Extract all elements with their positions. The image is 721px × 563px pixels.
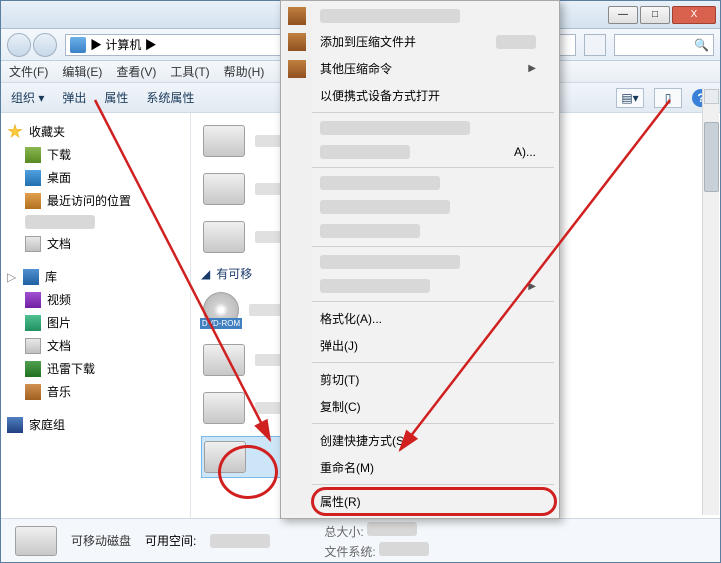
drive-icon (203, 392, 245, 424)
ctx-blur-item[interactable] (312, 116, 556, 140)
sidebar-item-documents2[interactable]: 文档 (7, 335, 184, 356)
organize-button[interactable]: 组织 ▾ (11, 89, 44, 106)
submenu-arrow-icon: ▶ (528, 281, 536, 292)
sidebar-item-videos[interactable]: 视频 (7, 289, 184, 310)
picture-icon (25, 315, 41, 331)
drive-icon (203, 173, 245, 205)
dvd-icon (203, 292, 239, 328)
properties-button[interactable]: 属性 (104, 89, 128, 106)
drive-icon (204, 441, 246, 473)
refresh-button[interactable] (584, 34, 606, 56)
eject-button[interactable]: 弹出 (62, 89, 86, 106)
home-icon (7, 417, 23, 433)
collapse-icon: ▷ (7, 270, 17, 284)
library-icon (23, 269, 39, 285)
context-menu: 添加到压缩文件并 其他压缩命令▶ 以便携式设备方式打开 A)... ▶ 格式化(… (280, 0, 560, 519)
status-bar: 可移动磁盘 可用空间: 总大小: 文件系统: (1, 518, 720, 562)
ctx-blur-item[interactable]: A)... (312, 140, 556, 164)
menu-separator (312, 112, 554, 113)
desktop-icon (25, 170, 41, 186)
menu-separator (312, 423, 554, 424)
ctx-copy[interactable]: 复制(C) (312, 393, 556, 420)
music-icon (25, 384, 41, 400)
sidebar-item-pictures[interactable]: 图片 (7, 312, 184, 333)
sidebar-item-music[interactable]: 音乐 (7, 381, 184, 402)
ctx-add-compress[interactable]: 添加到压缩文件并 (312, 28, 556, 55)
sidebar-item-desktop[interactable]: 桌面 (7, 167, 184, 188)
menu-separator (312, 362, 554, 363)
sidebar-homegroup[interactable]: 家庭组 (7, 416, 184, 433)
ctx-other-compress[interactable]: 其他压缩命令▶ (312, 55, 556, 82)
ctx-properties[interactable]: 属性(R) (312, 488, 556, 515)
system-properties-button[interactable]: 系统属性 (146, 89, 194, 106)
ctx-blur-item[interactable] (312, 219, 556, 243)
status-fs-label: 文件系统: (324, 545, 375, 559)
archive-icon (288, 7, 306, 25)
menu-separator (312, 484, 554, 485)
scroll-thumb[interactable] (704, 122, 719, 192)
sidebar-item-xunlei[interactable]: 迅雷下载 (7, 358, 184, 379)
drive-icon (203, 125, 245, 157)
minimize-button[interactable]: — (608, 6, 638, 24)
status-drive-icon (15, 526, 57, 556)
recent-icon (25, 193, 41, 209)
sidebar-libraries[interactable]: ▷ 库 (7, 268, 184, 285)
doc-icon (25, 236, 41, 252)
sidebar: 收藏夹 下载 桌面 最近访问的位置 文档 ▷ 库 视频 图片 文档 迅雷下载 音… (1, 113, 191, 518)
xunlei-icon (25, 361, 41, 377)
sidebar-item-documents[interactable]: 文档 (7, 233, 184, 254)
menu-view[interactable]: 查看(V) (116, 63, 156, 80)
sidebar-item-blur[interactable] (7, 213, 184, 231)
doc-icon (25, 338, 41, 354)
star-icon (7, 124, 23, 140)
status-free-label: 可用空间: (145, 532, 196, 549)
drive-icon (203, 344, 245, 376)
status-type: 可移动磁盘 (71, 532, 131, 549)
ctx-shortcut[interactable]: 创建快捷方式(S) (312, 427, 556, 454)
ctx-blur-item[interactable] (312, 195, 556, 219)
drive-icon (203, 221, 245, 253)
vertical-scrollbar[interactable] (702, 88, 719, 515)
submenu-arrow-icon: ▶ (528, 63, 536, 74)
forward-button[interactable] (33, 33, 57, 57)
scroll-up-button[interactable] (704, 89, 719, 104)
view-mode-button[interactable]: ▤▾ (616, 88, 644, 108)
collapse-icon: ◢ (201, 267, 210, 281)
download-icon (25, 147, 41, 163)
video-icon (25, 292, 41, 308)
ctx-cut[interactable]: 剪切(T) (312, 366, 556, 393)
preview-pane-button[interactable]: ▯ (654, 88, 682, 108)
sidebar-item-downloads[interactable]: 下载 (7, 144, 184, 165)
menu-tools[interactable]: 工具(T) (170, 63, 209, 80)
menu-separator (312, 301, 554, 302)
menu-separator (312, 167, 554, 168)
archive-icon (288, 60, 306, 78)
ctx-format[interactable]: 格式化(A)... (312, 305, 556, 332)
ctx-blur-item[interactable] (312, 4, 556, 28)
close-button[interactable]: X (672, 6, 716, 24)
ctx-eject[interactable]: 弹出(J) (312, 332, 556, 359)
computer-icon (70, 37, 86, 53)
sidebar-favorites[interactable]: 收藏夹 (7, 123, 184, 140)
search-box[interactable]: 🔍 (614, 34, 714, 56)
ctx-portable[interactable]: 以便携式设备方式打开 (312, 82, 556, 109)
status-free-value (210, 534, 270, 548)
archive-icon (288, 33, 306, 51)
status-total-label: 总大小: (324, 525, 363, 539)
maximize-button[interactable]: □ (640, 6, 670, 24)
search-icon: 🔍 (694, 38, 709, 52)
ctx-blur-item[interactable] (312, 250, 556, 274)
ctx-blur-item[interactable]: ▶ (312, 274, 556, 298)
menu-separator (312, 246, 554, 247)
sidebar-item-recent[interactable]: 最近访问的位置 (7, 190, 184, 211)
menu-edit[interactable]: 编辑(E) (62, 63, 102, 80)
ctx-blur-item[interactable] (312, 171, 556, 195)
back-button[interactable] (7, 33, 31, 57)
ctx-rename[interactable]: 重命名(M) (312, 454, 556, 481)
menu-file[interactable]: 文件(F) (9, 63, 48, 80)
menu-help[interactable]: 帮助(H) (224, 63, 265, 80)
